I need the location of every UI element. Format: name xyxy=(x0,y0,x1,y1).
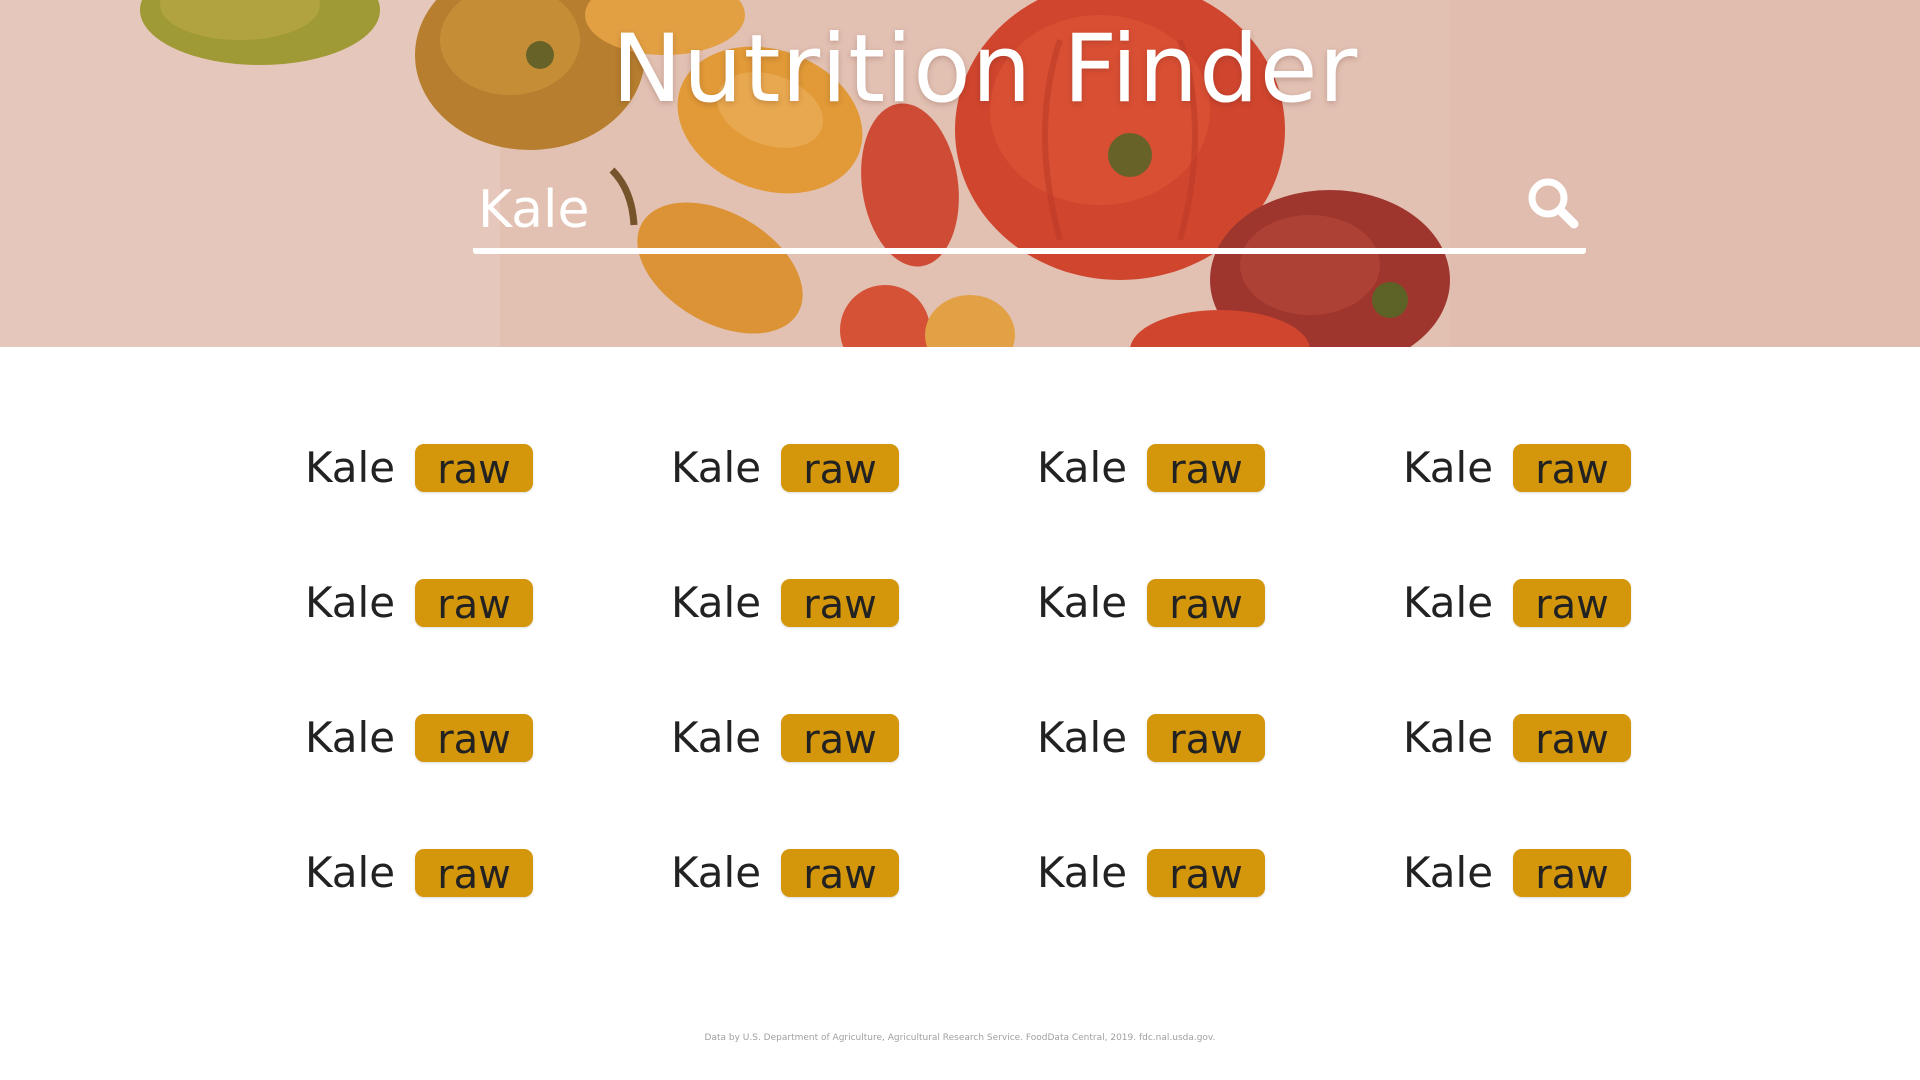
result-tag-badge[interactable]: raw xyxy=(1513,714,1632,763)
result-tag-badge[interactable]: raw xyxy=(1513,444,1632,493)
result-tag-badge[interactable]: raw xyxy=(415,849,534,898)
result-tag-badge[interactable]: raw xyxy=(415,714,534,763)
result-name: Kale xyxy=(1403,848,1494,897)
result-tag-badge[interactable]: raw xyxy=(781,714,900,763)
result-name: Kale xyxy=(671,578,762,627)
result-item[interactable]: Kale raw xyxy=(305,848,534,898)
result-tag-badge[interactable]: raw xyxy=(1513,849,1632,898)
result-item[interactable]: Kale raw xyxy=(1403,713,1632,763)
result-name: Kale xyxy=(1037,443,1128,492)
results-grid: Kale raw Kale raw Kale raw Kale raw Kale raw Kale r… xyxy=(0,347,1920,967)
result-tag-badge[interactable]: raw xyxy=(781,579,900,628)
result-name: Kale xyxy=(1403,713,1494,762)
result-item[interactable]: Kale raw xyxy=(671,578,900,628)
result-tag-badge[interactable]: raw xyxy=(1147,444,1266,493)
search-bar xyxy=(473,160,1586,254)
result-item[interactable]: Kale raw xyxy=(1037,578,1266,628)
result-item[interactable]: Kale raw xyxy=(671,443,900,493)
result-tag-badge[interactable]: raw xyxy=(1147,579,1266,628)
search-icon xyxy=(1528,178,1579,229)
result-name: Kale xyxy=(1403,443,1494,492)
result-item[interactable]: Kale raw xyxy=(305,713,534,763)
result-name: Kale xyxy=(305,443,396,492)
hero-banner: Nutrition Finder xyxy=(0,0,1920,347)
result-item[interactable]: Kale raw xyxy=(305,578,534,628)
data-credit: Data by U.S. Department of Agriculture, … xyxy=(704,1033,1216,1043)
result-name: Kale xyxy=(305,578,396,627)
page-title: Nutrition Finder xyxy=(611,15,1359,124)
result-name: Kale xyxy=(1037,578,1128,627)
result-name: Kale xyxy=(1037,713,1128,762)
result-item[interactable]: Kale raw xyxy=(1037,713,1266,763)
result-tag-badge[interactable]: raw xyxy=(415,444,534,493)
result-tag-badge[interactable]: raw xyxy=(781,444,900,493)
result-item[interactable]: Kale raw xyxy=(1037,848,1266,898)
result-name: Kale xyxy=(305,848,396,897)
result-name: Kale xyxy=(305,713,396,762)
result-name: Kale xyxy=(671,848,762,897)
result-tag-badge[interactable]: raw xyxy=(415,579,534,628)
result-tag-badge[interactable]: raw xyxy=(1147,849,1266,898)
result-item[interactable]: Kale raw xyxy=(1403,443,1632,493)
result-name: Kale xyxy=(1037,848,1128,897)
result-name: Kale xyxy=(1403,578,1494,627)
result-item[interactable]: Kale raw xyxy=(1403,578,1632,628)
result-item[interactable]: Kale raw xyxy=(1403,848,1632,898)
result-item[interactable]: Kale raw xyxy=(671,848,900,898)
result-name: Kale xyxy=(671,713,762,762)
result-tag-badge[interactable]: raw xyxy=(1147,714,1266,763)
result-item[interactable]: Kale raw xyxy=(305,443,534,493)
result-item[interactable]: Kale raw xyxy=(671,713,900,763)
result-item[interactable]: Kale raw xyxy=(1037,443,1266,493)
result-tag-badge[interactable]: raw xyxy=(781,849,900,898)
result-tag-badge[interactable]: raw xyxy=(1513,579,1632,628)
search-input[interactable] xyxy=(478,178,1478,242)
search-button[interactable] xyxy=(1522,172,1586,236)
result-name: Kale xyxy=(671,443,762,492)
